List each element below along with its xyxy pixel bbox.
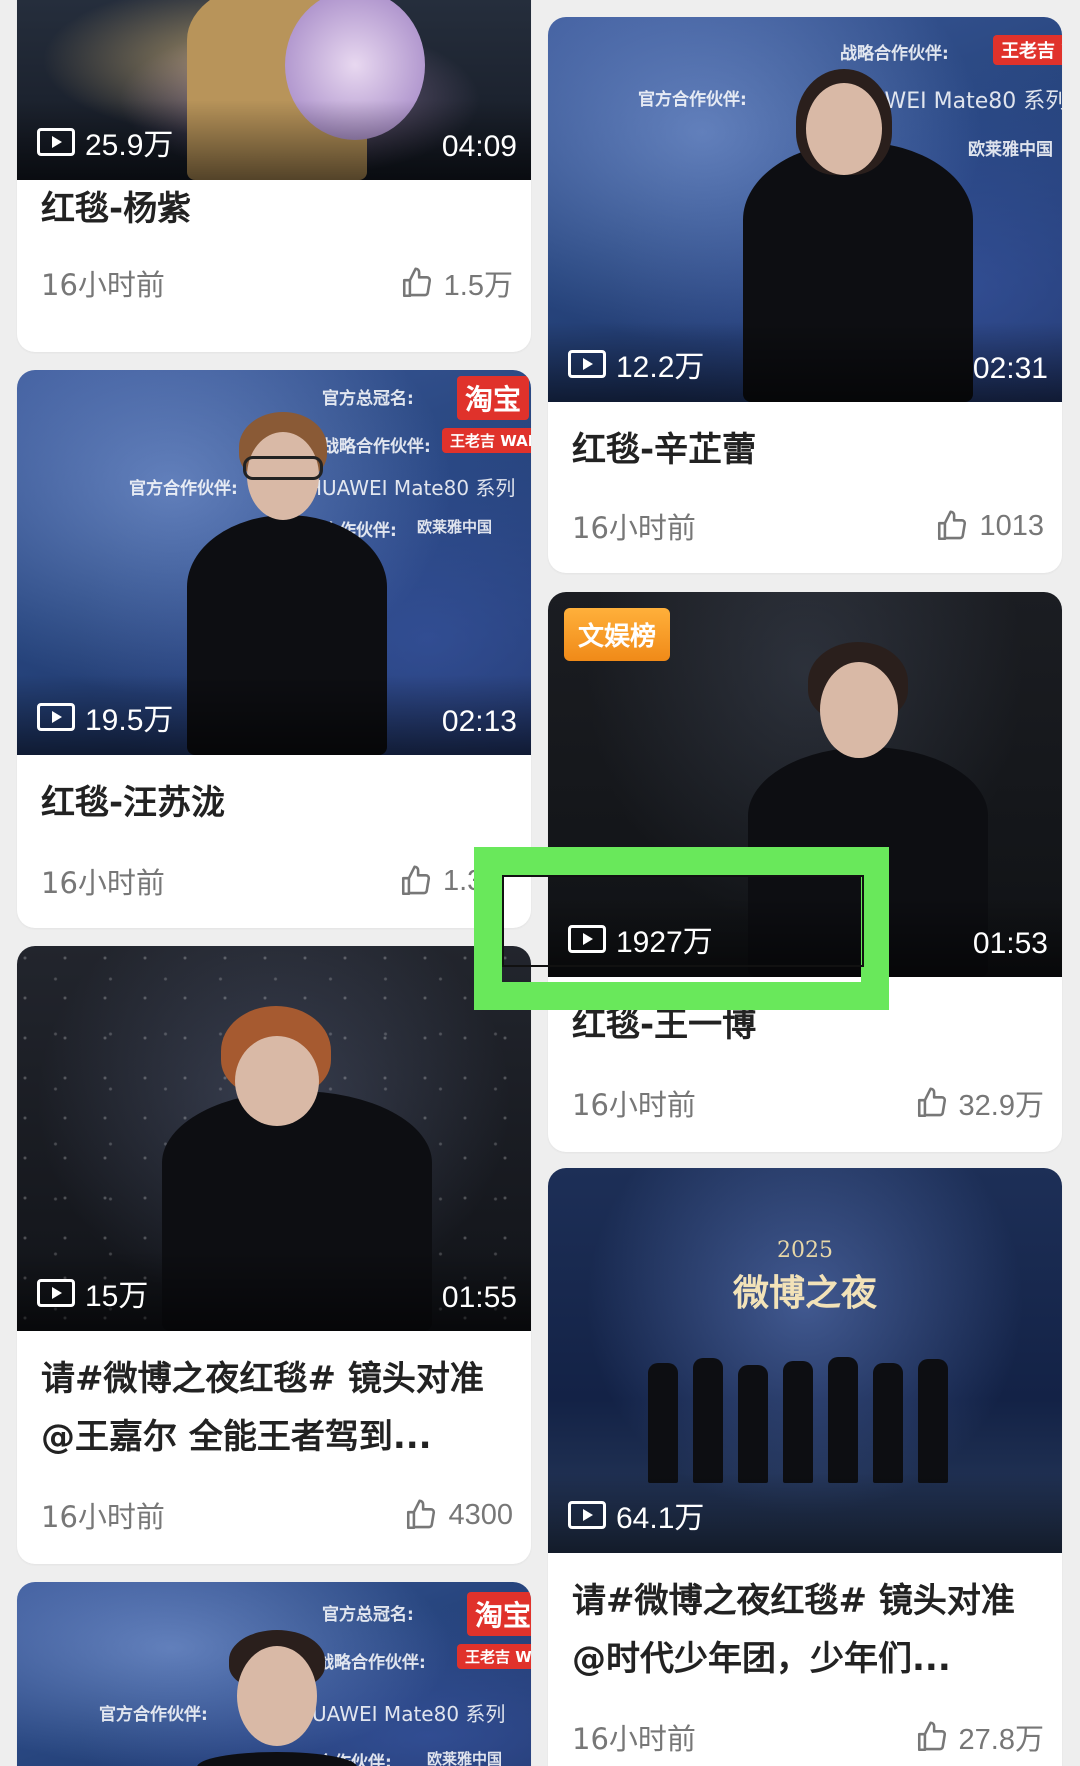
thumbs-up-icon xyxy=(917,1087,946,1118)
video-meta: 16小时前 1.3 xyxy=(41,860,513,902)
video-feed: 25.9万 04:09 红毯-杨紫 16小时前 1.5万 战略合作伙伴: 王老吉… xyxy=(0,0,1080,1766)
play-count: 12.2万 xyxy=(568,342,704,386)
like-button[interactable]: 1013 xyxy=(935,509,1044,543)
post-time: 16小时前 xyxy=(572,511,696,545)
thumbs-up-icon xyxy=(938,510,967,541)
post-time: 16小时前 xyxy=(572,1088,696,1122)
play-count: 64.1万 xyxy=(568,1493,704,1537)
sponsor-text: 欧莱雅中国 xyxy=(427,1750,503,1766)
thumbs-up-icon xyxy=(407,1499,436,1530)
play-count: 19.5万 xyxy=(37,695,173,739)
sponsor-text: 欧莱雅中国 xyxy=(417,518,493,536)
video-thumbnail[interactable]: 2025 微博之夜 64.1万 xyxy=(548,1168,1062,1553)
sponsor-logo: 王老吉 WALO xyxy=(457,1644,531,1669)
event-logo-year: 2025 xyxy=(777,1238,833,1263)
video-duration: 01:53 xyxy=(972,927,1048,960)
post-time: 16小时前 xyxy=(41,268,165,302)
sponsor-logo: 王老吉 WALO xyxy=(993,35,1062,65)
thumbs-up-icon xyxy=(401,865,431,896)
person-face xyxy=(237,1646,317,1746)
sponsor-logo: 淘宝 xyxy=(467,1592,531,1636)
video-thumbnail[interactable]: 15万 01:55 xyxy=(17,946,531,1331)
play-icon xyxy=(37,128,75,156)
video-meta: 16小时前 32.9万 xyxy=(572,1082,1044,1124)
sponsor-text: 战略合作伙伴: xyxy=(840,44,949,64)
highlight-inner-outline xyxy=(502,875,864,967)
person-face xyxy=(806,83,882,175)
sponsor-text: 官方合作伙伴: xyxy=(129,479,238,499)
video-title[interactable]: 红毯-辛芷蕾 xyxy=(572,421,1038,479)
like-button[interactable]: 1.5万 xyxy=(400,262,513,304)
event-logo-title: 微博之夜 xyxy=(732,1272,877,1314)
video-title[interactable]: 请#微博之夜红毯# 镜头对准@王嘉尔 全能王者驾到... xyxy=(41,1350,507,1466)
video-duration: 02:31 xyxy=(972,352,1048,385)
post-time: 16小时前 xyxy=(41,866,165,900)
play-count: 25.9万 xyxy=(37,120,173,164)
video-meta: 16小时前 27.8万 xyxy=(572,1716,1044,1758)
video-card-partial[interactable]: 官方总冠名: 淘宝 战略合作伙伴: 王老吉 WALO 官方合作伙伴: HUAWE… xyxy=(17,1582,531,1766)
video-meta: 16小时前 4300 xyxy=(41,1494,513,1536)
video-thumbnail[interactable]: 官方总冠名: 淘宝 战略合作伙伴: 王老吉 WALO 官方合作伙伴: HUAWE… xyxy=(17,370,531,755)
glasses xyxy=(243,456,323,480)
sponsor-text: 官方总冠名: xyxy=(322,1605,414,1625)
sponsor-text: 欧莱雅中国 xyxy=(968,140,1053,160)
video-duration: 01:55 xyxy=(441,1281,517,1314)
thumbs-up-icon xyxy=(402,267,431,298)
video-card-yangzi[interactable]: 25.9万 04:09 红毯-杨紫 16小时前 1.5万 xyxy=(17,0,531,352)
sponsor-text: HUAWEI Mate80 系列 xyxy=(307,476,516,500)
sponsor-text: 官方总冠名: xyxy=(322,389,414,409)
sponsor-text: 战略合作伙伴: xyxy=(322,437,431,457)
video-thumbnail[interactable]: 战略合作伙伴: 王老吉 WALO 官方合作伙伴: HUAWEI Mate80 系… xyxy=(548,17,1062,402)
video-meta: 16小时前 1.5万 xyxy=(41,262,513,304)
video-title[interactable]: 请#微博之夜红毯# 镜头对准@时代少年团，少年们... xyxy=(572,1572,1038,1688)
video-duration: 02:13 xyxy=(441,705,517,738)
ranking-badge: 文娱榜 xyxy=(564,608,671,661)
sponsor-text: HUAWEI Mate80 系列 xyxy=(297,1702,506,1726)
like-button[interactable]: 4300 xyxy=(404,1498,513,1532)
group-members xyxy=(648,1343,948,1483)
like-button[interactable]: 27.8万 xyxy=(915,1716,1044,1758)
play-icon xyxy=(568,1501,606,1529)
play-icon xyxy=(568,350,606,378)
sponsor-logo: 淘宝 xyxy=(457,376,530,420)
like-button[interactable]: 32.9万 xyxy=(915,1082,1044,1124)
play-icon xyxy=(37,1279,75,1307)
person-face xyxy=(235,1036,319,1126)
play-count: 15万 xyxy=(37,1271,148,1315)
post-time: 16小时前 xyxy=(41,1500,165,1534)
video-card-tnt[interactable]: 2025 微博之夜 64.1万 请#微博之夜红毯# 镜头对准@时代少年团，少年们… xyxy=(548,1168,1062,1766)
video-duration: 04:09 xyxy=(441,130,517,163)
thumbs-up-icon xyxy=(917,1721,946,1752)
video-title[interactable]: 红毯-汪苏泷 xyxy=(41,774,507,832)
sponsor-text: 官方合作伙伴: xyxy=(99,1705,208,1725)
person-face xyxy=(820,662,898,758)
video-card-jackson[interactable]: 15万 01:55 请#微博之夜红毯# 镜头对准@王嘉尔 全能王者驾到... 1… xyxy=(17,946,531,1564)
video-thumbnail[interactable]: 25.9万 04:09 xyxy=(17,0,531,180)
sponsor-logo: 王老吉 WALO xyxy=(442,428,531,453)
play-icon xyxy=(37,703,75,731)
video-meta: 16小时前 1013 xyxy=(572,505,1044,547)
post-time: 16小时前 xyxy=(572,1722,696,1756)
video-card-wangsulong[interactable]: 官方总冠名: 淘宝 战略合作伙伴: 王老吉 WALO 官方合作伙伴: HUAWE… xyxy=(17,370,531,928)
sponsor-text: 战略合作伙伴: xyxy=(317,1653,426,1673)
video-title[interactable]: 红毯-杨紫 xyxy=(41,180,507,238)
sponsor-text: 官方合作伙伴: xyxy=(638,90,747,110)
video-thumbnail[interactable]: 官方总冠名: 淘宝 战略合作伙伴: 王老吉 WALO 官方合作伙伴: HUAWE… xyxy=(17,1582,531,1766)
video-card-xinzhilei[interactable]: 战略合作伙伴: 王老吉 WALO 官方合作伙伴: HUAWEI Mate80 系… xyxy=(548,17,1062,573)
